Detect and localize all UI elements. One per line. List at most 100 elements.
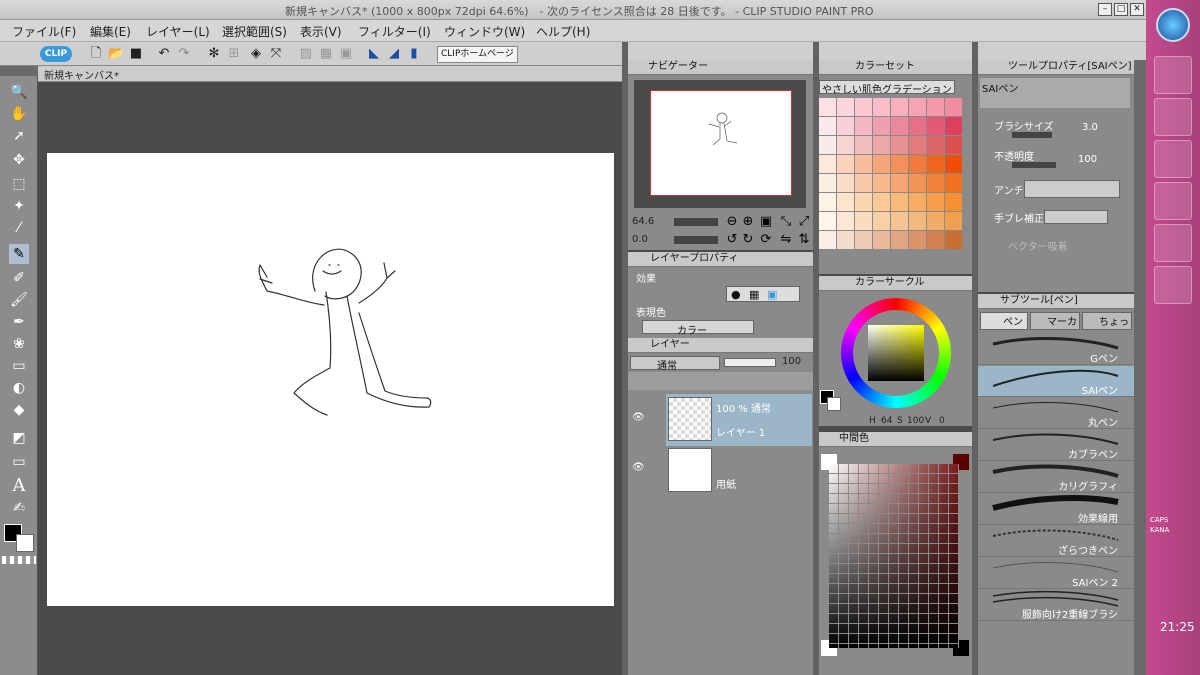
pencil-tool-icon[interactable]: ✐ <box>9 268 29 288</box>
menu-view[interactable]: 表示(V) <box>300 23 342 40</box>
open-file-icon[interactable]: 📂 <box>108 46 124 62</box>
layer-opacity-slider[interactable] <box>724 358 776 367</box>
hand-tool-icon[interactable]: ✋ <box>9 104 29 124</box>
transform-icon[interactable]: ⤧ <box>268 46 284 62</box>
color-swatch[interactable] <box>945 193 962 211</box>
value-value[interactable]: 0 <box>939 416 945 426</box>
color-swatch[interactable] <box>927 231 944 249</box>
opacity-slider[interactable] <box>1012 162 1056 168</box>
stabilizer-slider[interactable] <box>1044 210 1108 224</box>
color-swatch[interactable] <box>855 174 872 192</box>
color-swatch[interactable] <box>837 212 854 230</box>
app-target-icon[interactable] <box>1154 224 1192 262</box>
chrome-icon[interactable] <box>1154 140 1192 178</box>
eyedropper-icon[interactable]: ⁄ <box>9 218 29 238</box>
layer-property-tab[interactable]: レイヤープロパティ <box>628 252 813 267</box>
paper-visibility-icon[interactable]: 👁 <box>632 462 645 473</box>
navigator-tab[interactable]: ナビゲーター <box>628 60 813 75</box>
app-scissors-icon[interactable] <box>1154 98 1192 136</box>
color-swatch[interactable] <box>909 212 926 230</box>
fill-icon[interactable]: ◈ <box>248 46 264 62</box>
color-swatch[interactable] <box>927 136 944 154</box>
operation-tool-icon[interactable]: ➚ <box>9 126 29 146</box>
color-swatch[interactable] <box>909 155 926 173</box>
eraser-icon[interactable]: ▭ <box>9 356 29 376</box>
color-swatch[interactable] <box>855 212 872 230</box>
color-swatch[interactable] <box>891 212 908 230</box>
color-swatch[interactable] <box>855 193 872 211</box>
layer-visibility-icon[interactable]: 👁 <box>632 412 645 423</box>
color-swatch[interactable] <box>837 231 854 249</box>
fit-window-icon[interactable]: ⤢ <box>796 214 812 230</box>
clear-outside-icon[interactable]: ⊞ <box>226 46 242 62</box>
color-swatch[interactable] <box>945 98 962 116</box>
pen-tool-icon[interactable]: ✎ <box>9 244 29 264</box>
crop-icon[interactable]: ▦ <box>318 46 334 62</box>
color-swatch[interactable] <box>909 193 926 211</box>
rotation-value[interactable]: 0.0 <box>632 234 648 245</box>
snap-special-icon[interactable]: ◢ <box>386 46 402 62</box>
move-layer-icon[interactable]: ✥ <box>9 150 29 170</box>
expression-color-select[interactable]: カラー <box>642 320 754 337</box>
color-set-tab[interactable]: カラーセット <box>819 60 972 75</box>
menu-selection[interactable]: 選択範囲(S) <box>222 23 287 40</box>
gradient-icon[interactable]: ◩ <box>9 428 29 448</box>
sub-tool-tab-marker[interactable]: マーカー <box>1030 312 1080 330</box>
color-swatch[interactable] <box>819 117 836 135</box>
color-swatch[interactable] <box>891 231 908 249</box>
color-swatch[interactable] <box>837 117 854 135</box>
color-swatch[interactable] <box>945 136 962 154</box>
redo-icon[interactable]: ↷ <box>176 46 192 62</box>
color-swatch[interactable] <box>909 136 926 154</box>
color-swatch[interactable] <box>837 174 854 192</box>
layer-color-icon[interactable]: ▣ <box>767 288 777 301</box>
color-swatch[interactable] <box>873 155 890 173</box>
fit-icon[interactable]: ⤡ <box>778 214 794 230</box>
color-swatch[interactable] <box>855 155 872 173</box>
color-swatch[interactable] <box>837 136 854 154</box>
color-swatch[interactable] <box>873 117 890 135</box>
close-button[interactable]: ✕ <box>1130 3 1144 16</box>
color-swatch[interactable] <box>873 231 890 249</box>
menu-filter[interactable]: フィルター(I) <box>358 23 431 40</box>
brush-tool-icon[interactable]: 🖌 <box>9 290 29 310</box>
clip-homepage-button[interactable]: CLIPホームページ <box>437 46 518 63</box>
color-swatch[interactable] <box>891 193 908 211</box>
layer-tab[interactable]: レイヤー <box>628 338 813 353</box>
color-swatch[interactable] <box>873 136 890 154</box>
invert-icon[interactable]: ▣ <box>338 46 354 62</box>
intermediate-color-grid[interactable] <box>829 464 959 648</box>
sub-tool-tab-pen[interactable]: ペン <box>980 312 1028 330</box>
color-swatch[interactable] <box>909 231 926 249</box>
color-swatch[interactable] <box>819 193 836 211</box>
sub-tool-item[interactable]: カブラペン <box>978 430 1134 461</box>
color-swatch[interactable] <box>837 193 854 211</box>
maximize-button[interactable]: □ <box>1114 3 1128 16</box>
anti-aliasing-options[interactable] <box>1024 180 1120 198</box>
color-swatch[interactable] <box>891 174 908 192</box>
minimize-button[interactable]: – <box>1098 3 1112 16</box>
color-swatch[interactable] <box>873 193 890 211</box>
color-swatch[interactable] <box>873 174 890 192</box>
menu-edit[interactable]: 編集(E) <box>90 23 131 40</box>
airbrush-icon[interactable]: ✒ <box>9 312 29 332</box>
zoom-value[interactable]: 64.6 <box>632 216 654 227</box>
rotate-right-icon[interactable]: ↻ <box>740 232 756 248</box>
brush-size-slider[interactable] <box>1012 132 1052 138</box>
menu-help[interactable]: ヘルプ(H) <box>536 23 590 40</box>
sub-color-chip[interactable] <box>827 397 841 411</box>
reset-rotation-icon[interactable]: ⟳ <box>758 232 774 248</box>
fill-tool-icon[interactable]: ◆ <box>9 400 29 420</box>
canvas-tab[interactable]: 新規キャンバス* <box>38 66 622 82</box>
tool-property-tab[interactable]: ツールプロパティ[SAIペン] <box>978 60 1134 75</box>
color-swatch[interactable] <box>909 174 926 192</box>
brush-size-value[interactable]: 3.0 <box>1082 122 1098 133</box>
color-swatch[interactable] <box>819 174 836 192</box>
color-swatch[interactable] <box>891 136 908 154</box>
layer-row[interactable]: 用紙 <box>666 446 812 496</box>
sub-tool-item[interactable]: ざらつきペン <box>978 526 1134 557</box>
blend-tool-icon[interactable]: ◐ <box>9 378 29 398</box>
start-button[interactable] <box>1156 8 1190 42</box>
color-swatch[interactable] <box>819 212 836 230</box>
snap-ruler-icon[interactable]: ◣ <box>366 46 382 62</box>
